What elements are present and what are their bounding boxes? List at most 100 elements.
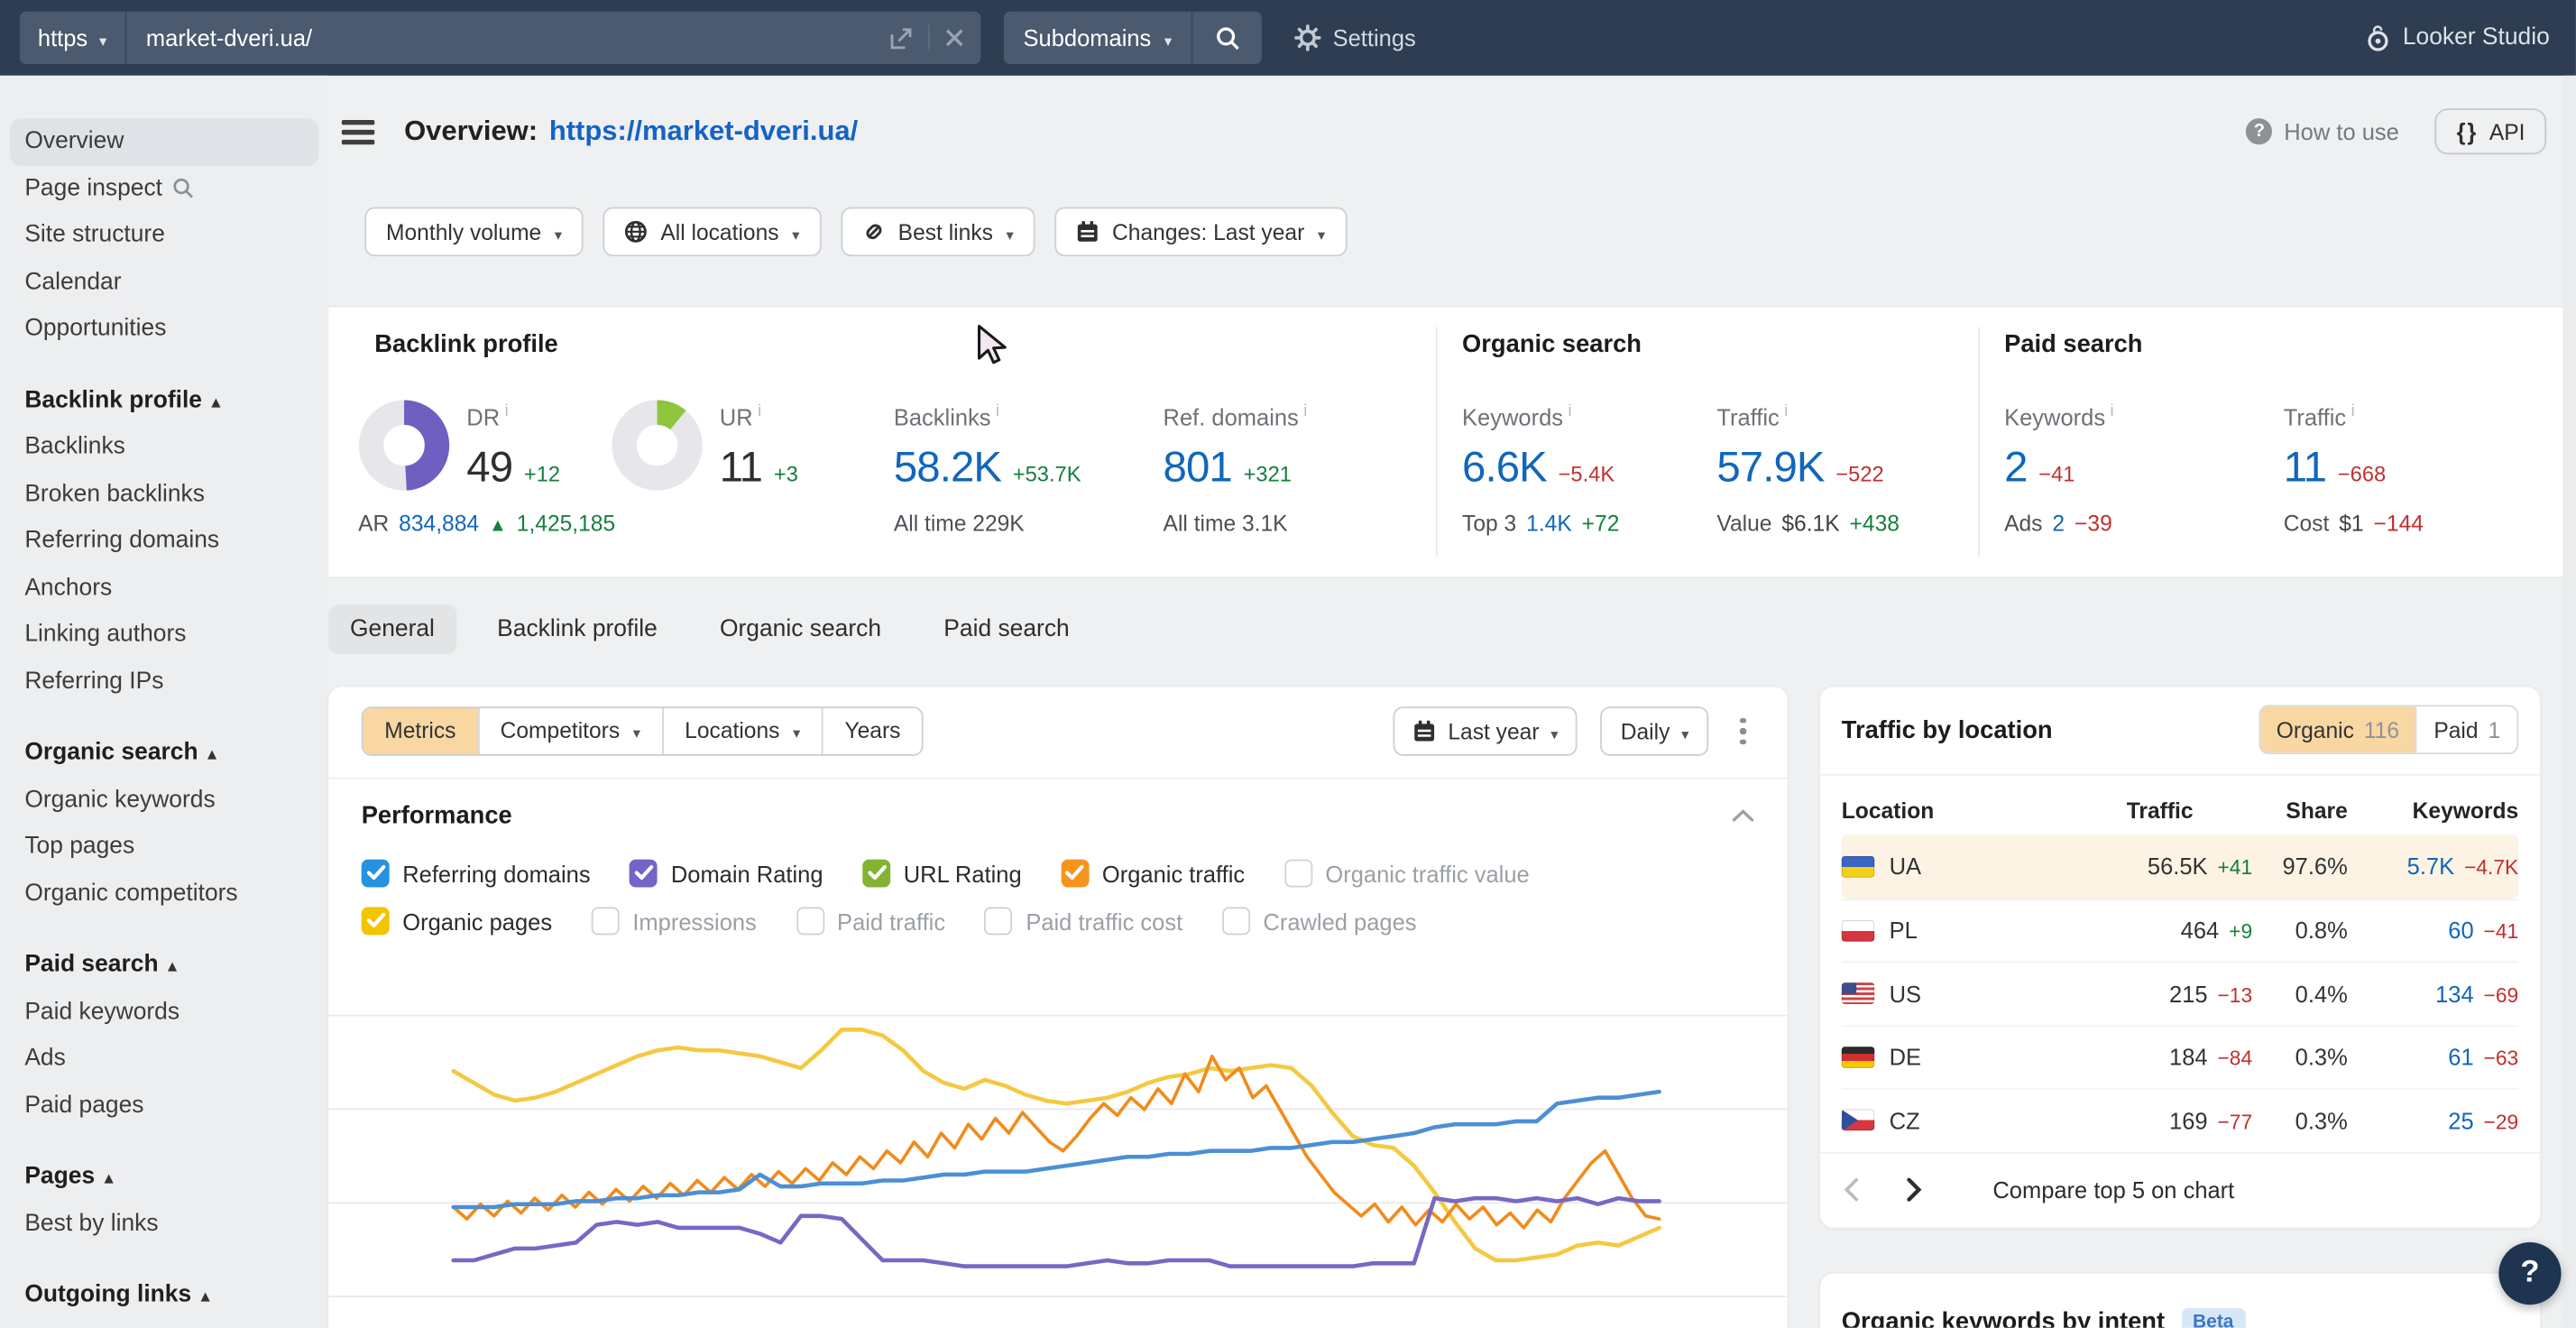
checkbox-box[interactable] [862, 860, 890, 888]
checkbox-box[interactable] [592, 907, 620, 935]
ref-domains-value[interactable]: 801 [1164, 442, 1232, 493]
ads-value[interactable]: 2 [2052, 511, 2065, 535]
location-row-pl[interactable]: PL464+90.8%60−41 [1842, 898, 2518, 961]
filter-best-links[interactable]: Best links [841, 207, 1035, 256]
backlinks-value[interactable]: 58.2K [894, 442, 1001, 493]
url-input[interactable]: market-dveri.ua/ [126, 12, 980, 64]
clear-icon[interactable] [944, 28, 964, 48]
info-icon[interactable]: i [2351, 402, 2355, 420]
page-title-url-link[interactable]: https://market-dveri.ua/ [549, 115, 858, 147]
location-row-us[interactable]: US215−130.4%134−69 [1842, 962, 2518, 1025]
api-button[interactable]: API [2435, 108, 2546, 154]
sidebar-section-pages[interactable]: Pages [0, 1154, 328, 1201]
checkbox-organic-pages[interactable]: Organic pages [362, 907, 552, 935]
info-icon[interactable]: i [1303, 402, 1307, 420]
ar-value[interactable]: 834,884 [399, 511, 479, 535]
checkbox-box[interactable] [1222, 907, 1250, 935]
info-icon[interactable]: i [2111, 402, 2114, 420]
location-row-cz[interactable]: CZ169−770.3%25−29 [1842, 1088, 2518, 1151]
info-icon[interactable]: i [1784, 402, 1788, 420]
checkbox-domain-rating[interactable]: Domain Rating [630, 860, 823, 888]
filter-monthly-volume[interactable]: Monthly volume [364, 207, 583, 256]
segment-years[interactable]: Years [822, 708, 922, 754]
checkbox-url-rating[interactable]: URL Rating [862, 860, 1021, 888]
tab-paid-search[interactable]: Paid search [923, 604, 1091, 654]
checkbox-paid-traffic[interactable]: Paid traffic [796, 907, 946, 935]
sidebar-item-opportunities[interactable]: Opportunities [0, 306, 328, 353]
toggle-organic[interactable]: Organic 116 [2260, 706, 2416, 752]
segment-locations[interactable]: Locations [662, 708, 822, 754]
info-icon[interactable]: i [996, 402, 999, 420]
checkbox-crawled-pages[interactable]: Crawled pages [1222, 907, 1417, 935]
checkbox-box[interactable] [362, 860, 390, 888]
paid-keywords-value[interactable]: 2 [2004, 442, 2027, 493]
checkbox-impressions[interactable]: Impressions [592, 907, 757, 935]
sidebar-item-calendar[interactable]: Calendar [0, 259, 328, 306]
toggle-paid[interactable]: Paid 1 [2415, 706, 2516, 752]
date-range-dropdown[interactable]: Last year [1394, 706, 1578, 756]
checkbox-organic-traffic-value[interactable]: Organic traffic value [1284, 860, 1530, 888]
sidebar-item-broken-backlinks[interactable]: Broken backlinks [0, 471, 328, 518]
sidebar-item-organic-keywords[interactable]: Organic keywords [0, 777, 328, 824]
how-to-use-button[interactable]: ? How to use [2246, 118, 2398, 144]
prev-page-icon[interactable] [1842, 1176, 1862, 1203]
external-link-icon[interactable] [888, 25, 913, 50]
sidebar-section-organic-search[interactable]: Organic search [0, 730, 328, 777]
sidebar-section-paid-search[interactable]: Paid search [0, 942, 328, 989]
help-button[interactable]: ? [2498, 1242, 2561, 1305]
settings-button[interactable]: Settings [1295, 24, 1416, 51]
segment-metrics[interactable]: Metrics [363, 708, 478, 754]
filter-all-locations[interactable]: All locations [603, 207, 821, 256]
menu-icon[interactable] [342, 119, 374, 143]
checkbox-box[interactable] [362, 907, 390, 935]
sidebar-item-overview[interactable]: Overview [10, 118, 318, 165]
sidebar-item-best-by-links[interactable]: Best by links [0, 1201, 328, 1248]
sidebar-item-referring-domains[interactable]: Referring domains [0, 518, 328, 565]
organic-keywords-value[interactable]: 6.6K [1462, 442, 1547, 493]
sidebar-item-referring-ips[interactable]: Referring IPs [0, 658, 328, 705]
sidebar-item-organic-competitors[interactable]: Organic competitors [0, 870, 328, 917]
subdomains-dropdown[interactable]: Subdomains [1004, 24, 1191, 51]
checkbox-paid-traffic-cost[interactable]: Paid traffic cost [985, 907, 1182, 935]
info-icon[interactable]: i [1568, 402, 1571, 420]
scrollbar[interactable] [2562, 76, 2576, 1328]
paid-traffic-value[interactable]: 11 [2284, 442, 2326, 493]
sidebar-item-page-inspect[interactable]: Page inspect [0, 165, 328, 212]
collapse-chevron-icon[interactable] [1732, 808, 1754, 823]
organic-traffic-value[interactable]: 57.9K [1716, 442, 1824, 493]
looker-studio-button[interactable]: Looker Studio [2365, 23, 2550, 51]
more-options-icon[interactable] [1732, 717, 1754, 744]
checkbox-box[interactable] [1061, 860, 1089, 888]
sidebar-item-paid-pages[interactable]: Paid pages [0, 1082, 328, 1129]
next-page-icon[interactable] [1904, 1176, 1924, 1203]
sidebar-section-outgoing-links[interactable]: Outgoing links [0, 1272, 328, 1319]
checkbox-box[interactable] [630, 860, 658, 888]
sidebar-item-top-pages[interactable]: Top pages [0, 824, 328, 871]
sidebar-item-linking-authors[interactable]: Linking authors [0, 612, 328, 659]
compare-top5-link[interactable]: Compare top 5 on chart [1992, 1176, 2234, 1203]
sidebar-item-paid-keywords[interactable]: Paid keywords [0, 989, 328, 1036]
search-button[interactable] [1193, 12, 1262, 64]
segment-competitors[interactable]: Competitors [477, 708, 662, 754]
tab-general[interactable]: General [328, 604, 455, 654]
sidebar-section-backlink-profile[interactable]: Backlink profile [0, 377, 328, 424]
tab-organic-search[interactable]: Organic search [698, 604, 902, 654]
sidebar-item-linked-domains[interactable]: Linked domains [0, 1319, 328, 1328]
sidebar-item-site-structure[interactable]: Site structure [0, 212, 328, 259]
checkbox-box[interactable] [1284, 860, 1312, 888]
checkbox-organic-traffic[interactable]: Organic traffic [1061, 860, 1245, 888]
checkbox-referring-domains[interactable]: Referring domains [362, 860, 591, 888]
tab-backlink-profile[interactable]: Backlink profile [475, 604, 678, 654]
granularity-dropdown[interactable]: Daily [1601, 706, 1708, 756]
location-row-de[interactable]: DE184−840.3%61−63 [1842, 1025, 2518, 1088]
location-row-ua[interactable]: UA56.5K+4197.6%5.7K−4.7K [1842, 835, 2518, 898]
checkbox-box[interactable] [985, 907, 1013, 935]
info-icon[interactable]: i [505, 402, 509, 420]
protocol-dropdown[interactable]: https [20, 12, 126, 64]
sidebar-item-backlinks[interactable]: Backlinks [0, 424, 328, 471]
sidebar-item-anchors[interactable]: Anchors [0, 565, 328, 612]
info-icon[interactable]: i [758, 402, 761, 420]
checkbox-box[interactable] [796, 907, 824, 935]
filter-changes-last-year[interactable]: Changes: Last year [1054, 207, 1346, 256]
sidebar-item-ads[interactable]: Ads [0, 1035, 328, 1082]
